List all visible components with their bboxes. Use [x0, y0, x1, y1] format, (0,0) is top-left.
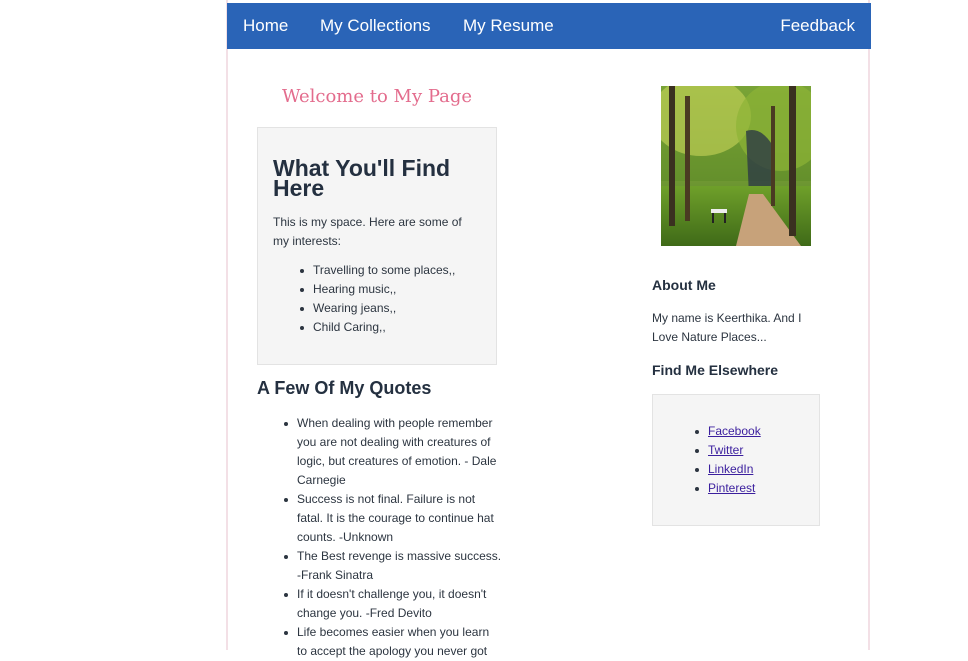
social-links-box: Facebook Twitter LinkedIn Pinterest [652, 394, 820, 526]
list-item: Pinterest [695, 479, 808, 498]
list-item: Travelling to some places,, [300, 261, 483, 280]
interests-box: What You'll Find Here This is my space. … [257, 127, 497, 365]
list-item: Facebook [695, 422, 808, 441]
list-item: Life becomes easier when you learn to ac… [284, 623, 502, 661]
nav-feedback-link[interactable]: Feedback [780, 3, 855, 49]
list-item: LinkedIn [695, 460, 808, 479]
social-links-list: Facebook Twitter LinkedIn Pinterest [695, 422, 808, 498]
linkedin-link[interactable]: LinkedIn [708, 462, 753, 476]
top-navbar: Home My Collections My Resume Feedback [227, 3, 871, 49]
list-item: Success is not final. Failure is not fat… [284, 490, 502, 547]
interests-intro: This is my space. Here are some of my in… [273, 215, 462, 248]
list-item: When dealing with people remember you ar… [284, 414, 502, 490]
list-item: If it doesn't challenge you, it doesn't … [284, 585, 502, 623]
facebook-link[interactable]: Facebook [708, 424, 761, 438]
nature-park-photo [661, 86, 811, 246]
quotes-list: When dealing with people remember you ar… [284, 414, 502, 661]
nav-home-link[interactable]: Home [243, 3, 288, 49]
nav-resume-link[interactable]: My Resume [463, 3, 554, 49]
elsewhere-title: Find Me Elsewhere [652, 362, 779, 378]
twitter-link[interactable]: Twitter [708, 443, 743, 457]
interests-list: Travelling to some places,, Hearing musi… [300, 261, 483, 337]
about-title: About Me [652, 277, 716, 293]
list-item: Hearing music,, [300, 280, 483, 299]
list-item: Child Caring,, [300, 318, 483, 337]
list-item: Twitter [695, 441, 808, 460]
list-item: Wearing jeans,, [300, 299, 483, 318]
about-text: My name is Keerthika. And I Love Nature … [652, 311, 802, 344]
quotes-title: A Few Of My Quotes [257, 378, 432, 398]
nav-collections-link[interactable]: My Collections [320, 3, 431, 49]
pinterest-link[interactable]: Pinterest [708, 481, 755, 495]
interests-title: What You'll Find Here [273, 155, 451, 201]
welcome-heading: Welcome to My Page [281, 86, 473, 107]
list-item: The Best revenge is massive success. -Fr… [284, 547, 502, 585]
